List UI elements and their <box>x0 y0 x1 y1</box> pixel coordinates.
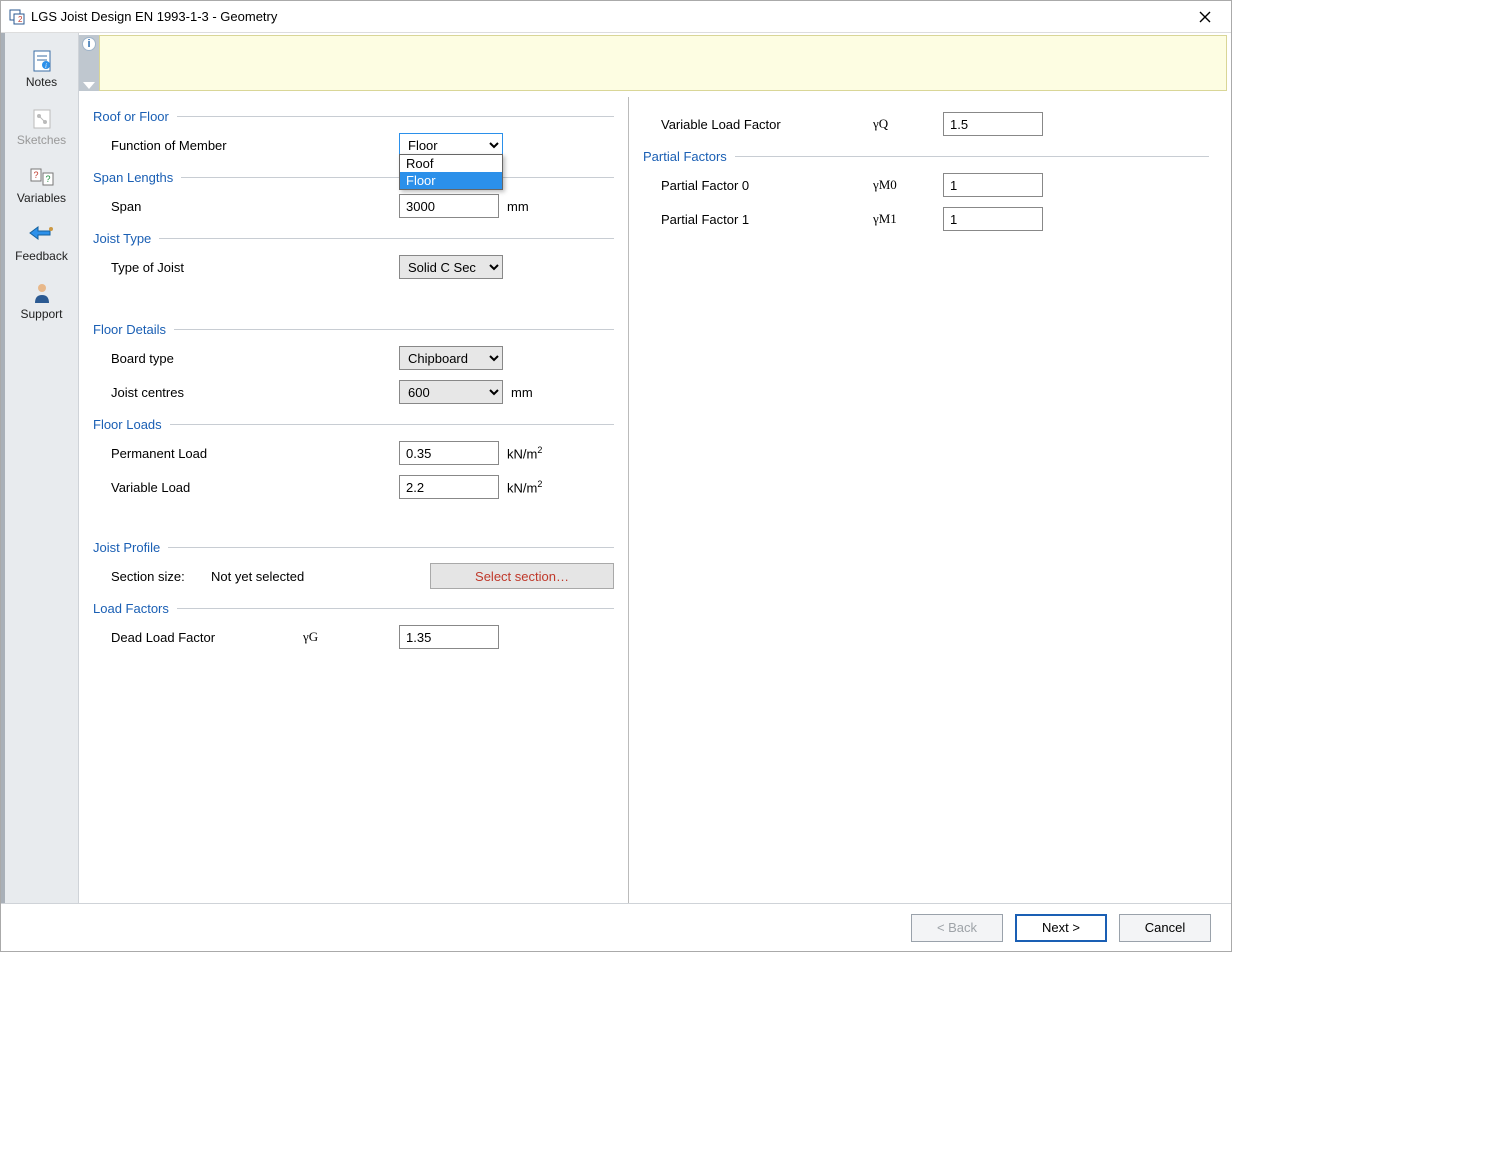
variable-load-input[interactable] <box>399 475 499 499</box>
svg-text:?: ? <box>33 170 38 180</box>
dropdown-option-roof[interactable]: Roof <box>400 155 502 172</box>
sidebar-item-label: Sketches <box>17 133 66 147</box>
label-permanent-load: Permanent Load <box>111 446 351 461</box>
label-dead-load-factor: Dead Load Factor <box>111 630 303 645</box>
info-banner: i <box>79 35 1227 91</box>
sidebar-item-label: Feedback <box>15 249 68 263</box>
sidebar-item-label: Notes <box>26 75 57 89</box>
info-icon: i <box>82 37 96 51</box>
sketches-icon <box>28 107 56 131</box>
group-joist-profile: Joist Profile <box>93 540 614 555</box>
title-bar: 2 LGS Joist Design EN 1993-1-3 - Geometr… <box>1 1 1231 33</box>
symbol-gamma-m0: γM0 <box>873 177 943 193</box>
label-joist-centres: Joist centres <box>111 385 351 400</box>
label-section-size: Section size: <box>111 569 211 584</box>
span-input[interactable] <box>399 194 499 218</box>
info-gutter[interactable]: i <box>79 35 99 91</box>
sidebar-item-label: Support <box>20 307 62 321</box>
group-floor-loads: Floor Loads <box>93 417 614 432</box>
next-button[interactable]: Next > <box>1015 914 1107 942</box>
symbol-gamma-g: γG <box>303 629 399 645</box>
label-variable-load: Variable Load <box>111 480 351 495</box>
label-span: Span <box>111 199 351 214</box>
partial-factor-0-input[interactable] <box>943 173 1043 197</box>
unit-knm2: kN/m2 <box>507 479 542 495</box>
variables-icon: ?? <box>28 165 56 189</box>
function-dropdown-list[interactable]: Roof Floor <box>399 154 503 190</box>
support-icon <box>28 281 56 305</box>
close-button[interactable] <box>1185 3 1225 31</box>
back-button[interactable]: < Back <box>911 914 1003 942</box>
symbol-gamma-q: γQ <box>873 116 943 132</box>
svg-text:i: i <box>45 62 47 70</box>
dropdown-option-floor[interactable]: Floor <box>400 172 502 189</box>
app-icon: 2 <box>9 9 25 25</box>
group-span-lengths: Span Lengths <box>93 170 614 185</box>
variable-load-factor-input[interactable] <box>943 112 1043 136</box>
joist-centres-select[interactable]: 600 <box>399 380 503 404</box>
sidebar: i Notes Sketches ?? Variables Feedback <box>5 33 79 903</box>
feedback-icon <box>28 223 56 247</box>
symbol-gamma-m1: γM1 <box>873 211 943 227</box>
sidebar-item-notes[interactable]: i Notes <box>5 47 78 91</box>
sidebar-item-label: Variables <box>17 191 66 205</box>
wizard-footer: < Back Next > Cancel <box>1 903 1231 951</box>
label-variable-load-factor: Variable Load Factor <box>661 117 873 132</box>
partial-factor-1-input[interactable] <box>943 207 1043 231</box>
label-function-of-member: Function of Member <box>111 138 351 153</box>
info-body <box>99 35 1227 91</box>
permanent-load-input[interactable] <box>399 441 499 465</box>
section-size-value: Not yet selected <box>211 569 412 584</box>
board-type-select[interactable]: Chipboard <box>399 346 503 370</box>
group-partial-factors: Partial Factors <box>643 149 1209 164</box>
sidebar-item-sketches[interactable]: Sketches <box>5 105 78 149</box>
notes-icon: i <box>28 49 56 73</box>
dead-load-factor-input[interactable] <box>399 625 499 649</box>
unit-mm: mm <box>507 199 529 214</box>
unit-mm: mm <box>511 385 533 400</box>
sidebar-item-support[interactable]: Support <box>5 279 78 323</box>
label-type-of-joist: Type of Joist <box>111 260 351 275</box>
label-partial-factor-1: Partial Factor 1 <box>661 212 873 227</box>
svg-text:?: ? <box>45 174 50 184</box>
label-partial-factor-0: Partial Factor 0 <box>661 178 873 193</box>
group-roof-or-floor: Roof or Floor <box>93 109 614 124</box>
window-title: LGS Joist Design EN 1993-1-3 - Geometry <box>31 9 1185 24</box>
unit-knm2: kN/m2 <box>507 445 542 461</box>
sidebar-item-variables[interactable]: ?? Variables <box>5 163 78 207</box>
label-board-type: Board type <box>111 351 351 366</box>
group-load-factors: Load Factors <box>93 601 614 616</box>
type-of-joist-select[interactable]: Solid C Sec <box>399 255 503 279</box>
chevron-down-icon <box>83 82 95 89</box>
svg-text:2: 2 <box>18 15 23 24</box>
group-floor-details: Floor Details <box>93 322 614 337</box>
group-joist-type: Joist Type <box>93 231 614 246</box>
sidebar-item-feedback[interactable]: Feedback <box>5 221 78 265</box>
select-section-button[interactable]: Select section… <box>430 563 614 589</box>
cancel-button[interactable]: Cancel <box>1119 914 1211 942</box>
